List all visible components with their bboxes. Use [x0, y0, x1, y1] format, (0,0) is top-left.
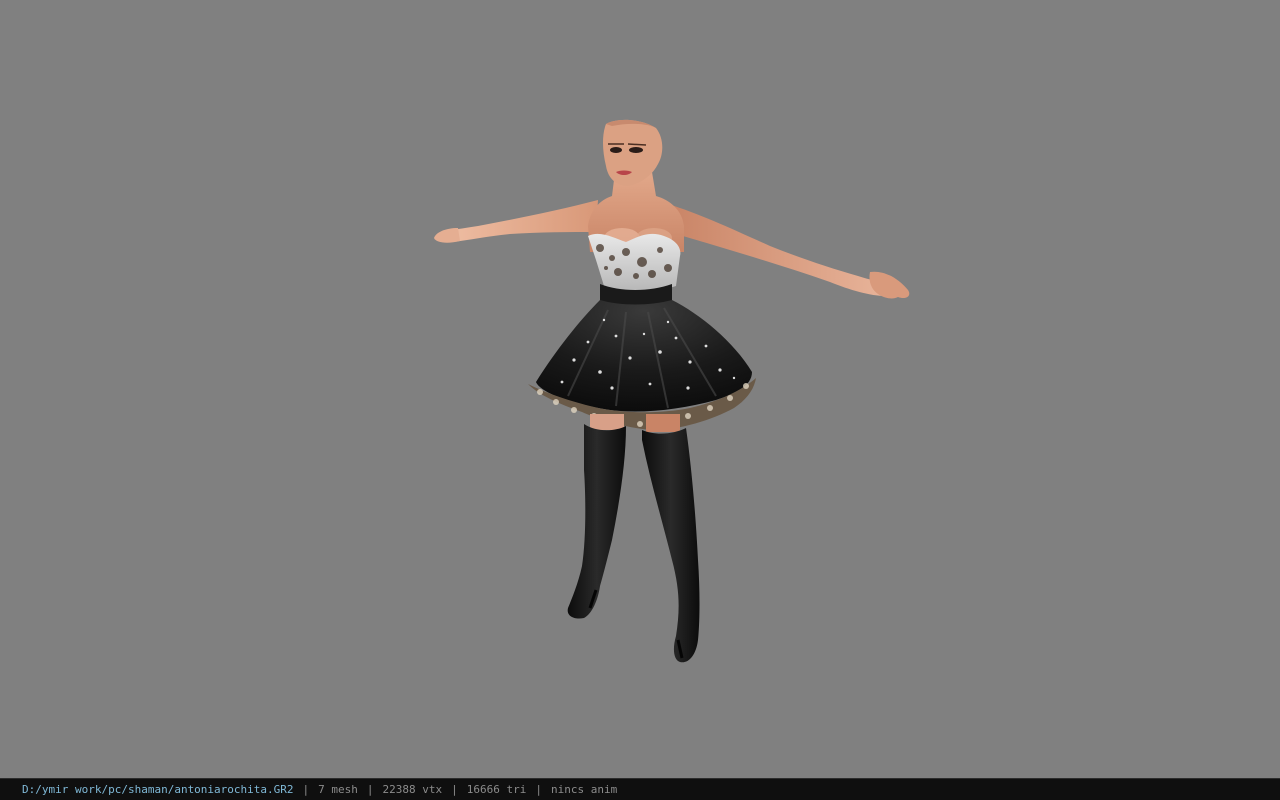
right-eye — [629, 147, 643, 153]
left-eye — [610, 147, 622, 153]
file-path: D:/ymir work/pc/shaman/antoniarochita.GR… — [22, 783, 294, 796]
triangle-count: 16666 tri — [466, 783, 527, 796]
status-separator: | — [302, 783, 310, 796]
left-hand — [434, 228, 460, 243]
status-separator: | — [451, 783, 458, 796]
mesh-count: 7 mesh — [318, 783, 358, 796]
right-arm — [668, 204, 888, 296]
left-boot — [567, 424, 626, 619]
3d-viewport[interactable] — [0, 0, 1280, 778]
vertex-count: 22388 vtx — [382, 783, 443, 796]
status-separator: | — [366, 783, 374, 796]
left-arm — [435, 200, 598, 243]
head — [603, 119, 663, 186]
character-model — [434, 119, 910, 663]
right-boot — [642, 428, 700, 663]
status-separator: | — [535, 783, 542, 796]
status-bar: D:/ymir work/pc/shaman/antoniarochita.GR… — [0, 778, 1280, 800]
dress-bodice — [588, 233, 681, 291]
animation-status: nincs anim — [551, 783, 618, 796]
